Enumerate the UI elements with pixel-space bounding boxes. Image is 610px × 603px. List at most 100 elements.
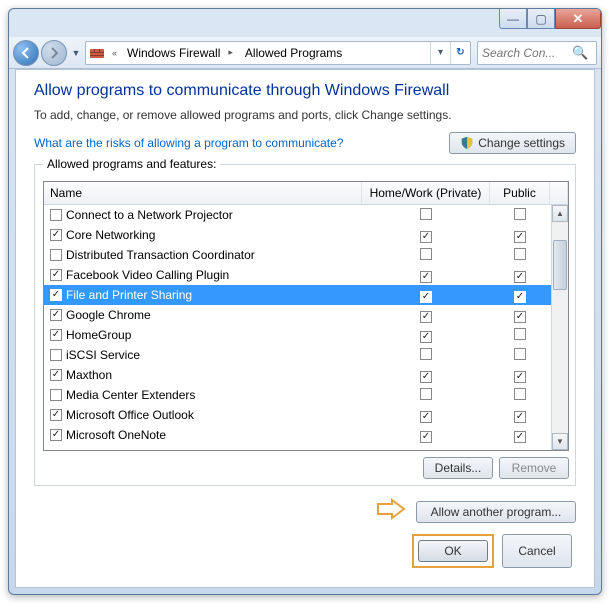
- risks-link[interactable]: What are the risks of allowing a program…: [34, 136, 343, 150]
- checkbox[interactable]: ✓: [50, 429, 62, 441]
- checkbox[interactable]: ✓: [50, 369, 62, 381]
- program-name: Maxthon: [66, 368, 112, 382]
- content-area: Allow programs to communicate through Wi…: [15, 69, 595, 588]
- list-item[interactable]: ✓ Microsoft Office Outlook ✓ ✓: [44, 405, 568, 425]
- programs-list: Name Home/Work (Private) Public Connect …: [43, 181, 569, 451]
- checkbox[interactable]: ✓: [50, 229, 62, 241]
- minimize-button[interactable]: —: [499, 9, 527, 29]
- allowed-programs-group: Allowed programs and features: Name Home…: [34, 164, 576, 486]
- program-name: iSCSI Service: [66, 348, 140, 362]
- checkbox[interactable]: [420, 208, 432, 220]
- group-label: Allowed programs and features:: [43, 157, 220, 171]
- list-item[interactable]: ✓ Facebook Video Calling Plugin ✓ ✓: [44, 265, 568, 285]
- maximize-button[interactable]: ▢: [527, 9, 555, 29]
- checkbox[interactable]: ✓: [514, 371, 526, 383]
- checkbox[interactable]: [50, 389, 62, 401]
- checkbox[interactable]: ✓: [50, 309, 62, 321]
- list-item[interactable]: Media Center Extenders: [44, 385, 568, 405]
- scrollbar[interactable]: ▲ ▼: [551, 205, 568, 450]
- list-item[interactable]: ✓Core Networking✓✓: [44, 225, 568, 245]
- checkbox[interactable]: [514, 348, 526, 360]
- checkbox[interactable]: ✓: [420, 271, 432, 283]
- program-name: Media Center Extenders: [66, 388, 195, 402]
- breadcrumb-allowed[interactable]: Allowed Programs: [239, 42, 344, 64]
- checkbox[interactable]: [50, 349, 62, 361]
- checkbox[interactable]: ✓: [420, 291, 432, 303]
- checkbox[interactable]: ✓: [50, 329, 62, 341]
- address-dropdown[interactable]: ▾: [430, 42, 450, 64]
- address-bar[interactable]: « Windows Firewall▸ Allowed Programs ▾ ↻: [85, 41, 471, 65]
- checkbox[interactable]: ✓: [514, 291, 526, 303]
- list-item[interactable]: ✓ File and Printer Sharing ✓ ✓: [44, 285, 568, 305]
- nav-history-dropdown[interactable]: ▼: [69, 42, 83, 64]
- list-item[interactable]: Distributed Transaction Coordinator: [44, 245, 568, 265]
- arrow-annotation-icon: [376, 498, 406, 526]
- close-button[interactable]: ✕: [555, 9, 601, 29]
- checkbox[interactable]: [514, 388, 526, 400]
- back-button[interactable]: [13, 40, 39, 66]
- titlebar: — ▢ ✕: [9, 9, 601, 37]
- search-box[interactable]: 🔍: [477, 41, 597, 65]
- program-name: Distributed Transaction Coordinator: [66, 248, 255, 262]
- checkbox[interactable]: ✓: [420, 311, 432, 323]
- details-button[interactable]: Details...: [423, 457, 493, 479]
- arrow-left-icon: [19, 46, 33, 60]
- checkbox[interactable]: ✓: [50, 409, 62, 421]
- arrow-right-icon: [47, 46, 61, 60]
- checkbox[interactable]: ✓: [514, 431, 526, 443]
- checkbox[interactable]: [514, 328, 526, 340]
- program-name: File and Printer Sharing: [66, 288, 192, 302]
- checkbox[interactable]: ✓: [50, 289, 62, 301]
- list-item[interactable]: ✓ Microsoft OneNote ✓ ✓: [44, 425, 568, 445]
- checkbox[interactable]: ✓: [50, 269, 62, 281]
- search-input[interactable]: [482, 46, 572, 60]
- breadcrumb-label: Allowed Programs: [245, 46, 342, 60]
- checkbox[interactable]: ✓: [420, 431, 432, 443]
- column-name[interactable]: Name: [44, 182, 362, 204]
- checkbox[interactable]: ✓: [514, 231, 526, 243]
- checkbox[interactable]: ✓: [514, 271, 526, 283]
- change-settings-button[interactable]: Change settings: [449, 132, 576, 154]
- cancel-button[interactable]: Cancel: [502, 534, 572, 568]
- checkbox[interactable]: ✓: [514, 311, 526, 323]
- list-item[interactable]: iSCSI Service: [44, 345, 568, 365]
- allow-another-program-button[interactable]: Allow another program...: [416, 501, 576, 523]
- ok-button[interactable]: OK: [418, 540, 488, 562]
- remove-button[interactable]: Remove: [499, 457, 569, 479]
- checkbox[interactable]: [514, 248, 526, 260]
- list-item[interactable]: Connect to a Network Projector: [44, 205, 568, 225]
- checkbox[interactable]: [420, 348, 432, 360]
- list-item[interactable]: ✓HomeGroup✓: [44, 325, 568, 345]
- forward-button[interactable]: [41, 40, 67, 66]
- scroll-up-button[interactable]: ▲: [552, 205, 568, 222]
- scroll-track[interactable]: [552, 222, 568, 433]
- checkbox[interactable]: ✓: [420, 371, 432, 383]
- column-homework[interactable]: Home/Work (Private): [362, 182, 490, 204]
- firewall-window: — ▢ ✕ ▼ « Windows Firewall▸ Allowed Prog…: [8, 8, 602, 595]
- list-item[interactable]: ✓ Maxthon ✓ ✓: [44, 365, 568, 385]
- page-subtext: To add, change, or remove allowed progra…: [34, 108, 576, 122]
- list-item[interactable]: ✓Google Chrome✓✓: [44, 305, 568, 325]
- program-name: Facebook Video Calling Plugin: [66, 268, 229, 282]
- checkbox[interactable]: [514, 208, 526, 220]
- checkbox[interactable]: [50, 209, 62, 221]
- chevron-left-icon: «: [108, 48, 121, 58]
- program-name: Microsoft OneNote: [66, 428, 166, 442]
- checkbox[interactable]: ✓: [420, 231, 432, 243]
- checkbox[interactable]: ✓: [420, 411, 432, 423]
- program-name: Connect to a Network Projector: [66, 208, 233, 222]
- checkbox[interactable]: [420, 388, 432, 400]
- refresh-button[interactable]: ↻: [450, 42, 470, 64]
- column-public[interactable]: Public: [490, 182, 550, 204]
- chevron-right-icon: ▸: [224, 47, 237, 58]
- checkbox[interactable]: ✓: [420, 331, 432, 343]
- search-icon: 🔍: [572, 45, 588, 61]
- checkbox[interactable]: ✓: [514, 411, 526, 423]
- breadcrumb-firewall[interactable]: Windows Firewall▸: [121, 42, 239, 64]
- scroll-down-button[interactable]: ▼: [552, 433, 568, 450]
- program-name: Microsoft Office Outlook: [66, 408, 194, 422]
- checkbox[interactable]: [50, 249, 62, 261]
- checkbox[interactable]: [420, 248, 432, 260]
- scroll-thumb[interactable]: [553, 240, 567, 290]
- nav-bar: ▼ « Windows Firewall▸ Allowed Programs ▾…: [9, 37, 601, 69]
